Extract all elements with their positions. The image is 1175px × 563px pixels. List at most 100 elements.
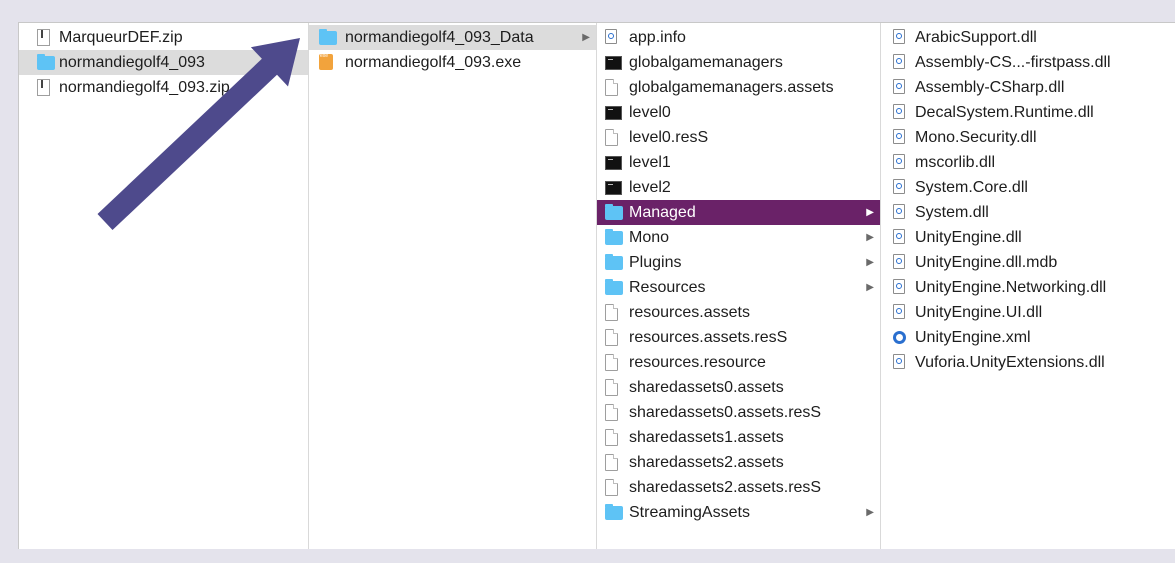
item-label: UnityEngine.dll.mdb xyxy=(915,254,1058,271)
column-3[interactable]: app.info globalgamemanagers globalgamemana… xyxy=(597,23,881,549)
file-item[interactable]: UnityEngine.UI.dll xyxy=(881,300,1175,325)
file-item[interactable]: Vuforia.UnityExtensions.dll xyxy=(881,350,1175,375)
file-item[interactable]: UnityEngine.dll.mdb xyxy=(881,250,1175,275)
item-label: globalgamemanagers xyxy=(629,54,783,71)
document-icon xyxy=(605,304,618,321)
item-label: resources.resource xyxy=(629,354,766,371)
folder-icon xyxy=(605,279,623,295)
file-item[interactable]: Mono.Security.dll xyxy=(881,125,1175,150)
item-label: normandiegolf4_093_Data xyxy=(345,29,534,46)
folder-icon xyxy=(319,29,337,45)
file-item[interactable]: Assembly-CSharp.dll xyxy=(881,75,1175,100)
file-item[interactable]: ArabicSupport.dll xyxy=(881,25,1175,50)
document-icon xyxy=(605,429,618,446)
folder-item[interactable]: Plugins ▶ xyxy=(597,250,880,275)
item-label: Plugins xyxy=(629,254,682,271)
item-label: DecalSystem.Runtime.dll xyxy=(915,104,1094,121)
file-item[interactable]: level0 xyxy=(597,100,880,125)
terminal-file-icon xyxy=(605,106,622,120)
column-2[interactable]: normandiegolf4_093_Data▶normandiegolf4_0… xyxy=(309,23,597,549)
item-label: Vuforia.UnityExtensions.dll xyxy=(915,354,1105,371)
item-label: Assembly-CSharp.dll xyxy=(915,79,1065,96)
document-icon xyxy=(605,479,618,496)
file-item[interactable]: app.info xyxy=(597,25,880,50)
folder-icon xyxy=(605,204,623,220)
item-label: System.Core.dll xyxy=(915,179,1028,196)
zip-file-icon xyxy=(37,79,50,96)
dll-file-icon xyxy=(893,254,905,269)
folder-item[interactable]: Managed ▶ xyxy=(597,200,880,225)
dll-file-icon xyxy=(893,229,905,244)
file-item[interactable]: sharedassets0.assets xyxy=(597,375,880,400)
dll-file-icon xyxy=(893,354,905,369)
xml-file-icon xyxy=(893,331,906,344)
item-label: sharedassets2.assets.resS xyxy=(629,479,822,496)
item-label: UnityEngine.dll xyxy=(915,229,1022,246)
dll-file-icon xyxy=(893,179,905,194)
item-label: level2 xyxy=(629,179,671,196)
file-item[interactable]: level2 xyxy=(597,175,880,200)
file-item[interactable]: System.dll xyxy=(881,200,1175,225)
file-item[interactable]: globalgamemanagers xyxy=(597,50,880,75)
document-icon xyxy=(605,329,618,346)
item-label: Assembly-CS...-firstpass.dll xyxy=(915,54,1111,71)
item-label: resources.assets.resS xyxy=(629,329,788,346)
file-item[interactable]: globalgamemanagers.assets xyxy=(597,75,880,100)
item-label: Mono.Security.dll xyxy=(915,129,1037,146)
file-item[interactable]: mscorlib.dll xyxy=(881,150,1175,175)
file-item[interactable]: level1 xyxy=(597,150,880,175)
chevron-right-icon: ▶ xyxy=(866,282,874,293)
folder-item[interactable]: StreamingAssets ▶ xyxy=(597,500,880,525)
file-item[interactable]: sharedassets2.assets xyxy=(597,450,880,475)
item-label: normandiegolf4_093.zip xyxy=(59,79,230,96)
file-item[interactable]: UnityEngine.dll xyxy=(881,225,1175,250)
dll-file-icon xyxy=(893,104,905,119)
zip-file-icon xyxy=(37,29,50,46)
item-label: sharedassets0.assets xyxy=(629,379,784,396)
file-item[interactable]: resources.assets.resS xyxy=(597,325,880,350)
folder-item[interactable]: normandiegolf4_093 xyxy=(19,50,308,75)
file-item[interactable]: level0.resS xyxy=(597,125,880,150)
item-label: level0.resS xyxy=(629,129,709,146)
file-item[interactable]: normandiegolf4_093.exe xyxy=(309,44,596,75)
file-item[interactable]: sharedassets1.assets xyxy=(597,425,880,450)
dll-file-icon xyxy=(893,129,905,144)
item-label: app.info xyxy=(629,29,686,46)
file-item[interactable]: DecalSystem.Runtime.dll xyxy=(881,100,1175,125)
folder-item[interactable]: Resources ▶ xyxy=(597,275,880,300)
dll-file-icon xyxy=(893,304,905,319)
item-label: normandiegolf4_093 xyxy=(59,54,205,71)
item-label: resources.assets xyxy=(629,304,750,321)
document-icon xyxy=(605,454,618,471)
chevron-right-icon: ▶ xyxy=(866,507,874,518)
file-item[interactable]: Assembly-CS...-firstpass.dll xyxy=(881,50,1175,75)
chevron-right-icon: ▶ xyxy=(866,207,874,218)
item-label: UnityEngine.Networking.dll xyxy=(915,279,1107,296)
finder-column-browser: MarqueurDEF.zip normandiegolf4_093 normand… xyxy=(18,22,1175,549)
terminal-file-icon xyxy=(605,156,622,170)
file-item[interactable]: sharedassets2.assets.resS xyxy=(597,475,880,500)
file-item[interactable]: resources.assets xyxy=(597,300,880,325)
item-label: sharedassets2.assets xyxy=(629,454,784,471)
column-1[interactable]: MarqueurDEF.zip normandiegolf4_093normand… xyxy=(19,23,309,549)
file-item[interactable]: System.Core.dll xyxy=(881,175,1175,200)
terminal-file-icon xyxy=(605,181,622,195)
dll-file-icon xyxy=(893,279,905,294)
file-item[interactable]: UnityEngine.xml xyxy=(881,325,1175,350)
dll-file-icon xyxy=(893,79,905,94)
file-item[interactable]: sharedassets0.assets.resS xyxy=(597,400,880,425)
file-item[interactable]: MarqueurDEF.zip xyxy=(19,25,308,50)
file-item[interactable]: normandiegolf4_093.zip xyxy=(19,75,308,100)
file-item[interactable]: UnityEngine.Networking.dll xyxy=(881,275,1175,300)
folder-icon xyxy=(37,54,55,70)
folder-item[interactable]: normandiegolf4_093_Data ▶ xyxy=(309,25,596,50)
item-label: MarqueurDEF.zip xyxy=(59,29,183,46)
file-item[interactable]: resources.resource xyxy=(597,350,880,375)
folder-item[interactable]: Mono ▶ xyxy=(597,225,880,250)
dll-file-icon xyxy=(605,29,617,44)
item-label: Managed xyxy=(629,204,696,221)
dll-file-icon xyxy=(893,204,905,219)
document-icon xyxy=(605,79,618,96)
item-label: globalgamemanagers.assets xyxy=(629,79,834,96)
column-4[interactable]: ArabicSupport.dll Assembly-CS...-firstpas… xyxy=(881,23,1175,549)
